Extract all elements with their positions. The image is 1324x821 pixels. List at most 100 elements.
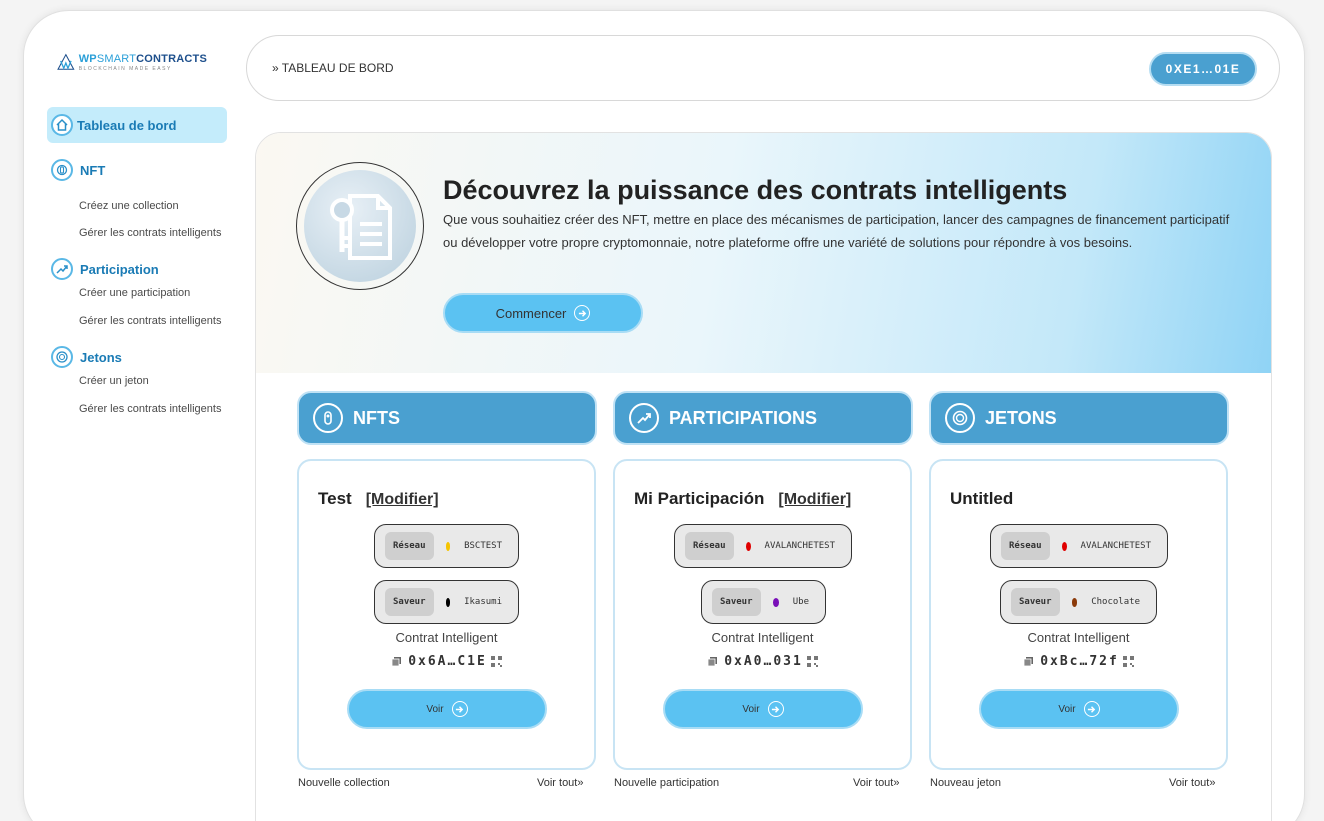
contract-label: Contrat Intelligent [1027, 630, 1130, 645]
flavor-dot [1071, 597, 1078, 607]
qr-code-icon[interactable] [1122, 656, 1134, 667]
contract-label: Contrat Intelligent [395, 630, 498, 645]
view-button-label: Voir [1058, 703, 1076, 715]
arrow-right-icon [767, 701, 784, 717]
start-button-label: Commencer [495, 305, 567, 321]
flavor-value: Chocolate [1091, 597, 1140, 607]
sidebar-link-manage-token-contracts[interactable]: Gérer les contrats intelligents [79, 403, 221, 415]
sidebar-item-tokens[interactable]: Jetons [51, 346, 122, 368]
logo[interactable]: WPSMARTCONTRACTS BLOCKCHAIN MADE EASY [57, 44, 207, 82]
view-button-label: Voir [426, 703, 444, 715]
new-participation-link[interactable]: Nouvelle participation [614, 777, 719, 789]
card-title: Test [318, 489, 352, 508]
network-tag: Réseau [1001, 532, 1050, 560]
start-button[interactable]: Commencer [443, 293, 643, 333]
network-pill: Réseau AVALANCHETEST [990, 524, 1168, 568]
coin-icon [51, 346, 73, 368]
sidebar-item-label: Tableau de bord [77, 117, 177, 133]
sidebar-link-manage-participation-contracts[interactable]: Gérer les contrats intelligents [79, 315, 221, 327]
participation-contract-card: Mi Participación [Modifier] Réseau AVALAN… [613, 459, 912, 770]
card-title: Untitled [950, 489, 1014, 508]
hero-description: Que vous souhaitiez créer des NFT, mettr… [443, 212, 1230, 250]
arrow-right-icon [451, 701, 468, 717]
view-button-label: Voir [742, 703, 760, 715]
network-tag: Réseau [385, 532, 434, 560]
modify-link[interactable]: [Modifier] [366, 491, 439, 508]
view-button[interactable]: Voir [347, 689, 547, 729]
sidebar-link-create-token[interactable]: Créer un jeton [79, 375, 149, 387]
sidebar-item-label: Jetons [80, 349, 122, 365]
network-status-dot [1061, 541, 1067, 551]
flavor-value: Ikasumi [464, 597, 502, 607]
copy-icon[interactable] [1023, 656, 1034, 667]
sidebar-link-create-collection[interactable]: Créez une collection [79, 200, 179, 212]
participations-heading-label: PARTICIPATIONS [669, 407, 817, 428]
sidebar-item-participation[interactable]: Participation [51, 258, 159, 280]
qr-code-icon[interactable] [490, 656, 502, 667]
flavor-tag: Saveur [385, 588, 434, 616]
copy-icon[interactable] [707, 656, 718, 667]
view-all-participations-link[interactable]: Voir tout» [853, 777, 899, 789]
tokens-heading-label: JETONS [985, 407, 1057, 428]
new-collection-link[interactable]: Nouvelle collection [298, 777, 390, 789]
flavor-dot [772, 597, 779, 607]
flavor-pill: Saveur Ube [701, 580, 826, 624]
nft-icon [313, 403, 343, 433]
nft-contract-card: Test [Modifier] Réseau BSCTEST Saveur Ika… [297, 459, 596, 770]
token-contract-card: Untitled Réseau AVALANCHETEST Saveur Cho… [929, 459, 1228, 770]
network-value: AVALANCHETEST [1080, 541, 1151, 551]
chart-up-icon [629, 403, 659, 433]
sidebar-item-label: Participation [80, 261, 159, 277]
wallet-address-button[interactable]: 0XE1…01E [1149, 52, 1257, 86]
arrow-right-icon [1083, 701, 1100, 717]
sidebar-item-dashboard[interactable]: Tableau de bord [47, 107, 227, 143]
hero-title: Découvrez la puissance des contrats inte… [443, 175, 1068, 205]
flavor-tag: Saveur [1011, 588, 1060, 616]
home-icon [51, 114, 73, 136]
coin-icon [945, 403, 975, 433]
view-button[interactable]: Voir [979, 689, 1179, 729]
modify-link[interactable]: [Modifier] [778, 491, 851, 508]
view-all-tokens-link[interactable]: Voir tout» [1169, 777, 1215, 789]
card-title: Mi Participación [634, 489, 765, 508]
nfts-heading: NFTS [297, 391, 597, 445]
sidebar-item-nft[interactable]: NFT [51, 159, 105, 181]
breadcrumb[interactable]: » TABLEAU DE BORD [272, 61, 394, 75]
top-bar: » TABLEAU DE BORD 0XE1…01E [246, 35, 1280, 101]
flavor-value: Ube [792, 597, 809, 607]
logo-wp: WP [78, 53, 97, 65]
chart-up-icon [51, 258, 73, 280]
network-status-dot [445, 541, 451, 551]
network-value: AVALANCHETEST [764, 541, 835, 551]
logo-tagline: BLOCKCHAIN MADE EASY [78, 66, 172, 72]
contract-address: 0x6A…C1E [408, 654, 487, 669]
flavor-dot [445, 597, 451, 607]
new-token-link[interactable]: Nouveau jeton [930, 777, 1001, 789]
flavor-pill: Saveur Chocolate [1000, 580, 1157, 624]
hero-illustration [296, 162, 424, 290]
contract-address-row: 0xBc…72f [931, 654, 1226, 669]
sidebar-link-manage-nft-contracts[interactable]: Gérer les contrats intelligents [79, 227, 221, 239]
flavor-tag: Saveur [712, 588, 761, 616]
network-status-dot [745, 541, 751, 551]
qr-code-icon[interactable] [806, 656, 818, 667]
contract-key-icon [330, 194, 392, 260]
contract-label: Contrat Intelligent [711, 630, 814, 645]
network-tag: Réseau [685, 532, 734, 560]
view-all-nfts-link[interactable]: Voir tout» [537, 777, 583, 789]
contract-address: 0xBc…72f [1040, 654, 1119, 669]
flavor-pill: Saveur Ikasumi [374, 580, 519, 624]
view-button[interactable]: Voir [663, 689, 863, 729]
logo-mark-icon [57, 53, 75, 70]
logo-contracts: CONTRACTS [136, 53, 207, 65]
network-pill: Réseau AVALANCHETEST [674, 524, 852, 568]
copy-icon[interactable] [391, 656, 402, 667]
arrow-right-icon [574, 305, 591, 321]
network-value: BSCTEST [464, 541, 502, 551]
sidebar-link-create-participation[interactable]: Créer une participation [79, 287, 190, 299]
nfts-heading-label: NFTS [353, 407, 400, 428]
participations-heading: PARTICIPATIONS [613, 391, 913, 445]
contract-address-row: 0x6A…C1E [299, 654, 594, 669]
sidebar-item-label: NFT [80, 162, 106, 178]
network-pill: Réseau BSCTEST [374, 524, 519, 568]
